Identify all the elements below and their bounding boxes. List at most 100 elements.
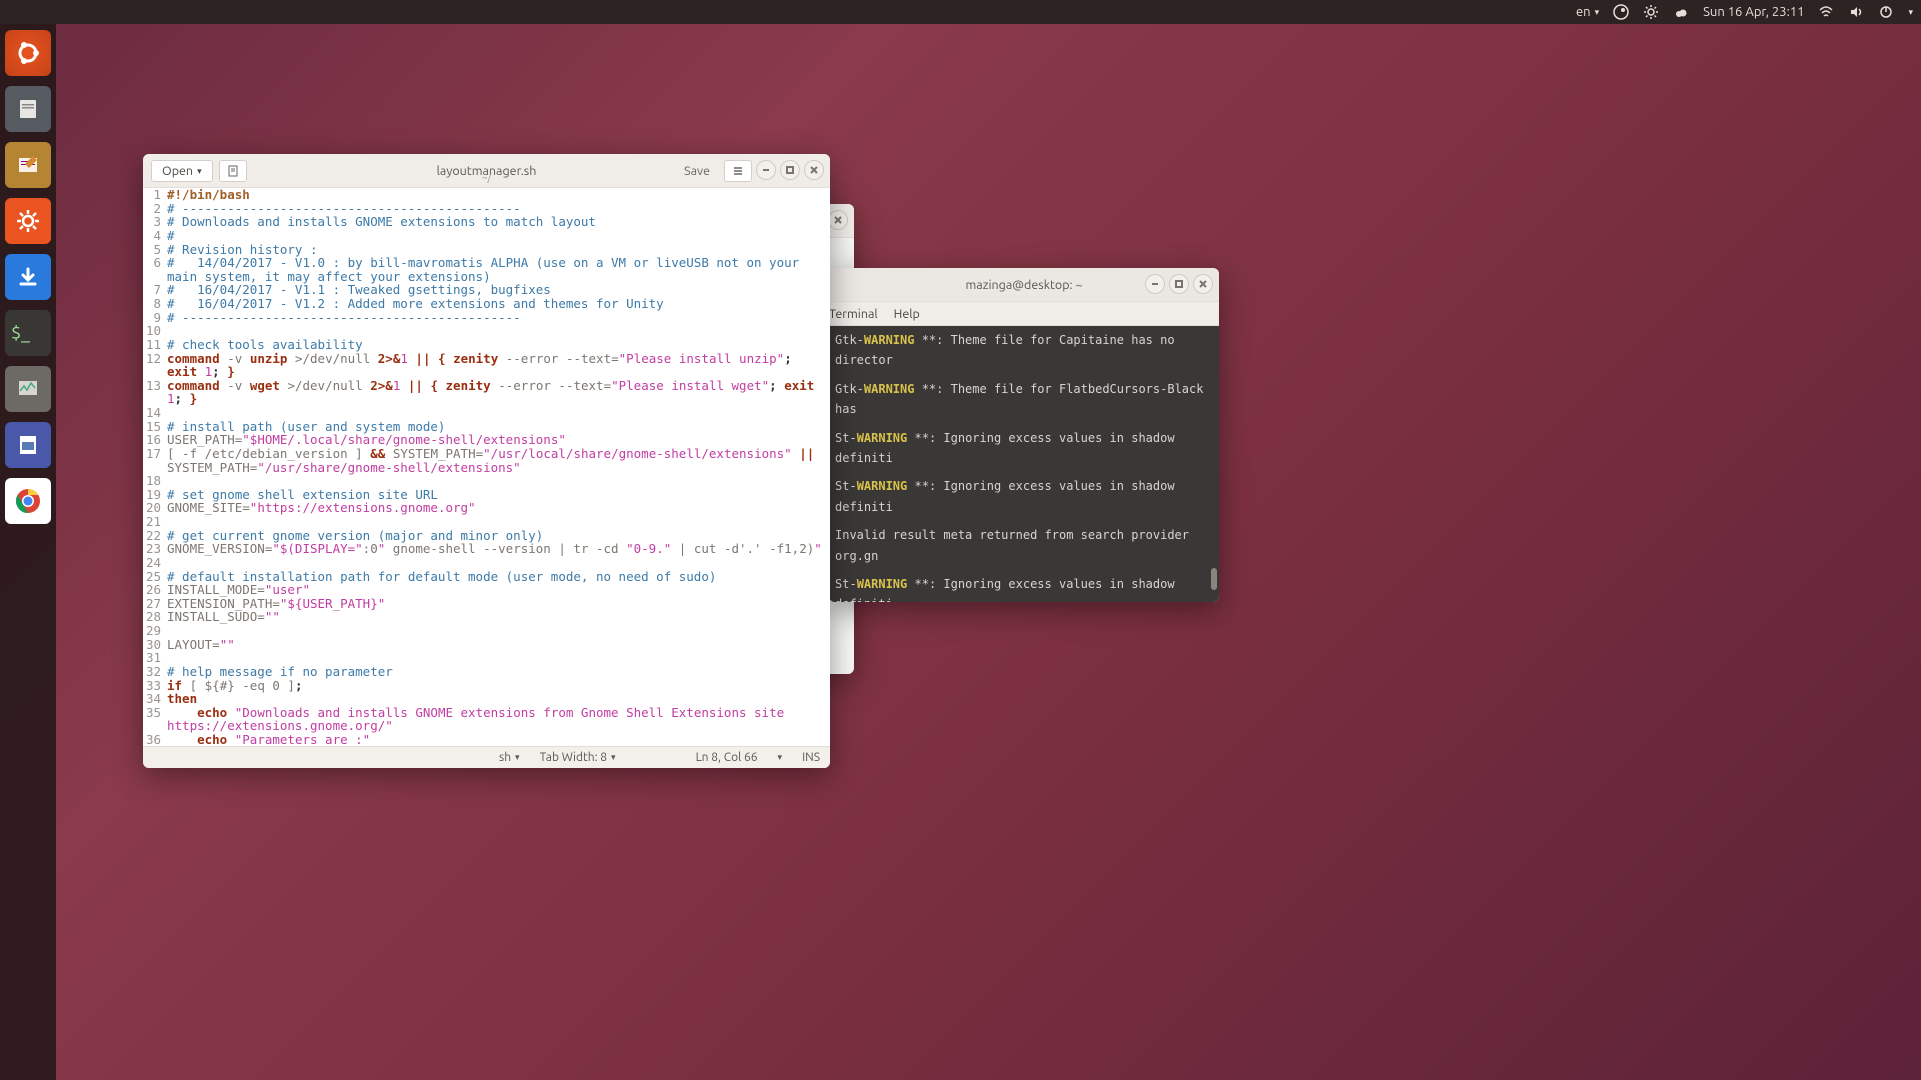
code-line[interactable]: 19# set gnome shell extension site URL (143, 488, 830, 502)
gedit-titlebar[interactable]: Open▾ layoutmanager.sh ~/ Save (143, 154, 830, 188)
line-content: then (165, 692, 830, 706)
language-selector[interactable]: sh▾ (489, 751, 530, 764)
line-content: USER_PATH="$HOME/.local/share/gnome-shel… (165, 433, 830, 447)
maximize-icon[interactable] (780, 160, 800, 180)
language-label: en (1576, 5, 1591, 19)
language-indicator[interactable]: en ▾ (1576, 5, 1599, 19)
code-line[interactable]: 7# 16/04/2017 - V1.1 : Tweaked gsettings… (143, 283, 830, 297)
code-line[interactable]: 14 (143, 406, 830, 420)
line-content: # default installation path for default … (165, 570, 830, 584)
power-icon[interactable] (1878, 4, 1894, 20)
line-number: 7 (143, 283, 165, 297)
code-line[interactable]: 2# -------------------------------------… (143, 202, 830, 216)
launcher-text-editor[interactable] (5, 142, 51, 188)
code-line[interactable]: 3# Downloads and installs GNOME extensio… (143, 215, 830, 229)
minimize-icon[interactable] (756, 160, 776, 180)
launcher-files[interactable] (5, 86, 51, 132)
line-content: INSTALL_SUDO="" (165, 610, 830, 624)
code-line[interactable]: 10 (143, 324, 830, 338)
close-icon[interactable] (828, 210, 848, 230)
terminal-menubar: Terminal Help (829, 302, 1219, 326)
line-content: # set gnome shell extension site URL (165, 488, 830, 502)
code-line[interactable]: 29 (143, 624, 830, 638)
code-line[interactable]: 11# check tools availability (143, 338, 830, 352)
volume-icon[interactable] (1848, 4, 1864, 20)
launcher-ubuntu-dash[interactable] (5, 30, 51, 76)
code-line[interactable]: 25# default installation path for defaul… (143, 570, 830, 584)
terminal-titlebar[interactable]: mazinga@desktop: ~ (829, 268, 1219, 302)
wifi-icon[interactable] (1818, 4, 1834, 20)
line-number: 32 (143, 665, 165, 679)
code-line[interactable]: 32# help message if no parameter (143, 665, 830, 679)
code-line[interactable]: 24 (143, 556, 830, 570)
new-document-button[interactable] (219, 160, 247, 182)
code-line[interactable]: 34then (143, 692, 830, 706)
line-content: command -v unzip >/dev/null 2>&1 || { ze… (165, 352, 830, 379)
code-line[interactable]: 13command -v wget >/dev/null 2>&1 || { z… (143, 379, 830, 406)
terminal-window[interactable]: mazinga@desktop: ~ Terminal Help Gtk-WAR… (829, 268, 1219, 602)
code-line[interactable]: 15# install path (user and system mode) (143, 420, 830, 434)
code-line[interactable]: 33if [ ${#} -eq 0 ]; (143, 679, 830, 693)
code-line[interactable]: 18 (143, 474, 830, 488)
line-content: # --------------------------------------… (165, 202, 830, 216)
line-number: 11 (143, 338, 165, 352)
tab-width-selector[interactable]: Tab Width: 8▾ (530, 751, 626, 764)
code-line[interactable]: 17[ -f /etc/debian_version ] && SYSTEM_P… (143, 447, 830, 474)
launcher-downloads[interactable] (5, 254, 51, 300)
line-content: # Revision history : (165, 243, 830, 257)
code-line[interactable]: 12command -v unzip >/dev/null 2>&1 || { … (143, 352, 830, 379)
code-line[interactable]: 4# (143, 229, 830, 243)
code-line[interactable]: 21 (143, 515, 830, 529)
code-line[interactable]: 30LAYOUT="" (143, 638, 830, 652)
code-line[interactable]: 5# Revision history : (143, 243, 830, 257)
line-number: 17 (143, 447, 165, 474)
steam-icon[interactable] (1613, 4, 1629, 20)
weather-icon[interactable] (1673, 4, 1689, 20)
line-number: 6 (143, 256, 165, 283)
code-line[interactable]: 26INSTALL_MODE="user" (143, 583, 830, 597)
minimize-icon[interactable] (1145, 274, 1165, 294)
code-line[interactable]: 20GNOME_SITE="https://extensions.gnome.o… (143, 501, 830, 515)
code-line[interactable]: 36 echo "Parameters are :" (143, 733, 830, 746)
insert-mode: INS (792, 751, 830, 764)
maximize-icon[interactable] (1169, 274, 1189, 294)
line-number: 35 (143, 706, 165, 733)
code-line[interactable]: 16USER_PATH="$HOME/.local/share/gnome-sh… (143, 433, 830, 447)
terminal-line: St-WARNING **: Ignoring excess values in… (835, 574, 1213, 602)
code-line[interactable]: 22# get current gnome version (major and… (143, 529, 830, 543)
code-line[interactable]: 9# -------------------------------------… (143, 311, 830, 325)
line-content (165, 624, 830, 638)
open-button[interactable]: Open▾ (151, 160, 213, 182)
code-line[interactable]: 6# 14/04/2017 - V1.0 : by bill-mavromati… (143, 256, 830, 283)
session-chevron-icon[interactable]: ▾ (1908, 7, 1913, 18)
cursor-caret[interactable]: ▾ (768, 752, 793, 763)
launcher-chrome[interactable] (5, 478, 51, 524)
code-line[interactable]: 31 (143, 651, 830, 665)
gear-icon[interactable] (1643, 4, 1659, 20)
terminal-body[interactable]: Gtk-WARNING **: Theme file for Capitaine… (829, 326, 1219, 602)
code-line[interactable]: 28INSTALL_SUDO="" (143, 610, 830, 624)
code-area[interactable]: 1#!/bin/bash2# -------------------------… (143, 188, 830, 746)
launcher-system-monitor[interactable] (5, 366, 51, 412)
terminal-line: Gtk-WARNING **: Theme file for Capitaine… (835, 330, 1213, 371)
save-button[interactable]: Save (676, 160, 718, 182)
line-content: EXTENSION_PATH="${USER_PATH}" (165, 597, 830, 611)
hamburger-menu-button[interactable] (724, 160, 752, 182)
terminal-scrollbar[interactable] (1211, 568, 1217, 590)
code-line[interactable]: 1#!/bin/bash (143, 188, 830, 202)
launcher-terminal[interactable]: $_ (5, 310, 51, 356)
code-line[interactable]: 35 echo "Downloads and installs GNOME ex… (143, 706, 830, 733)
line-content: # 16/04/2017 - V1.1 : Tweaked gsettings,… (165, 283, 830, 297)
code-line[interactable]: 8# 16/04/2017 - V1.2 : Added more extens… (143, 297, 830, 311)
close-icon[interactable] (1193, 274, 1213, 294)
code-line[interactable]: 23GNOME_VERSION="$(DISPLAY=":0" gnome-sh… (143, 542, 830, 556)
menu-terminal[interactable]: Terminal (829, 307, 878, 321)
clock[interactable]: Sun 16 Apr, 23:11 (1703, 5, 1804, 19)
close-icon[interactable] (804, 160, 824, 180)
gedit-window[interactable]: Open▾ layoutmanager.sh ~/ Save 1#!/bin/b… (143, 154, 830, 768)
code-line[interactable]: 27EXTENSION_PATH="${USER_PATH}" (143, 597, 830, 611)
launcher-settings[interactable] (5, 198, 51, 244)
menu-help[interactable]: Help (894, 307, 920, 321)
line-content: [ -f /etc/debian_version ] && SYSTEM_PAT… (165, 447, 830, 474)
launcher-libreoffice[interactable] (5, 422, 51, 468)
